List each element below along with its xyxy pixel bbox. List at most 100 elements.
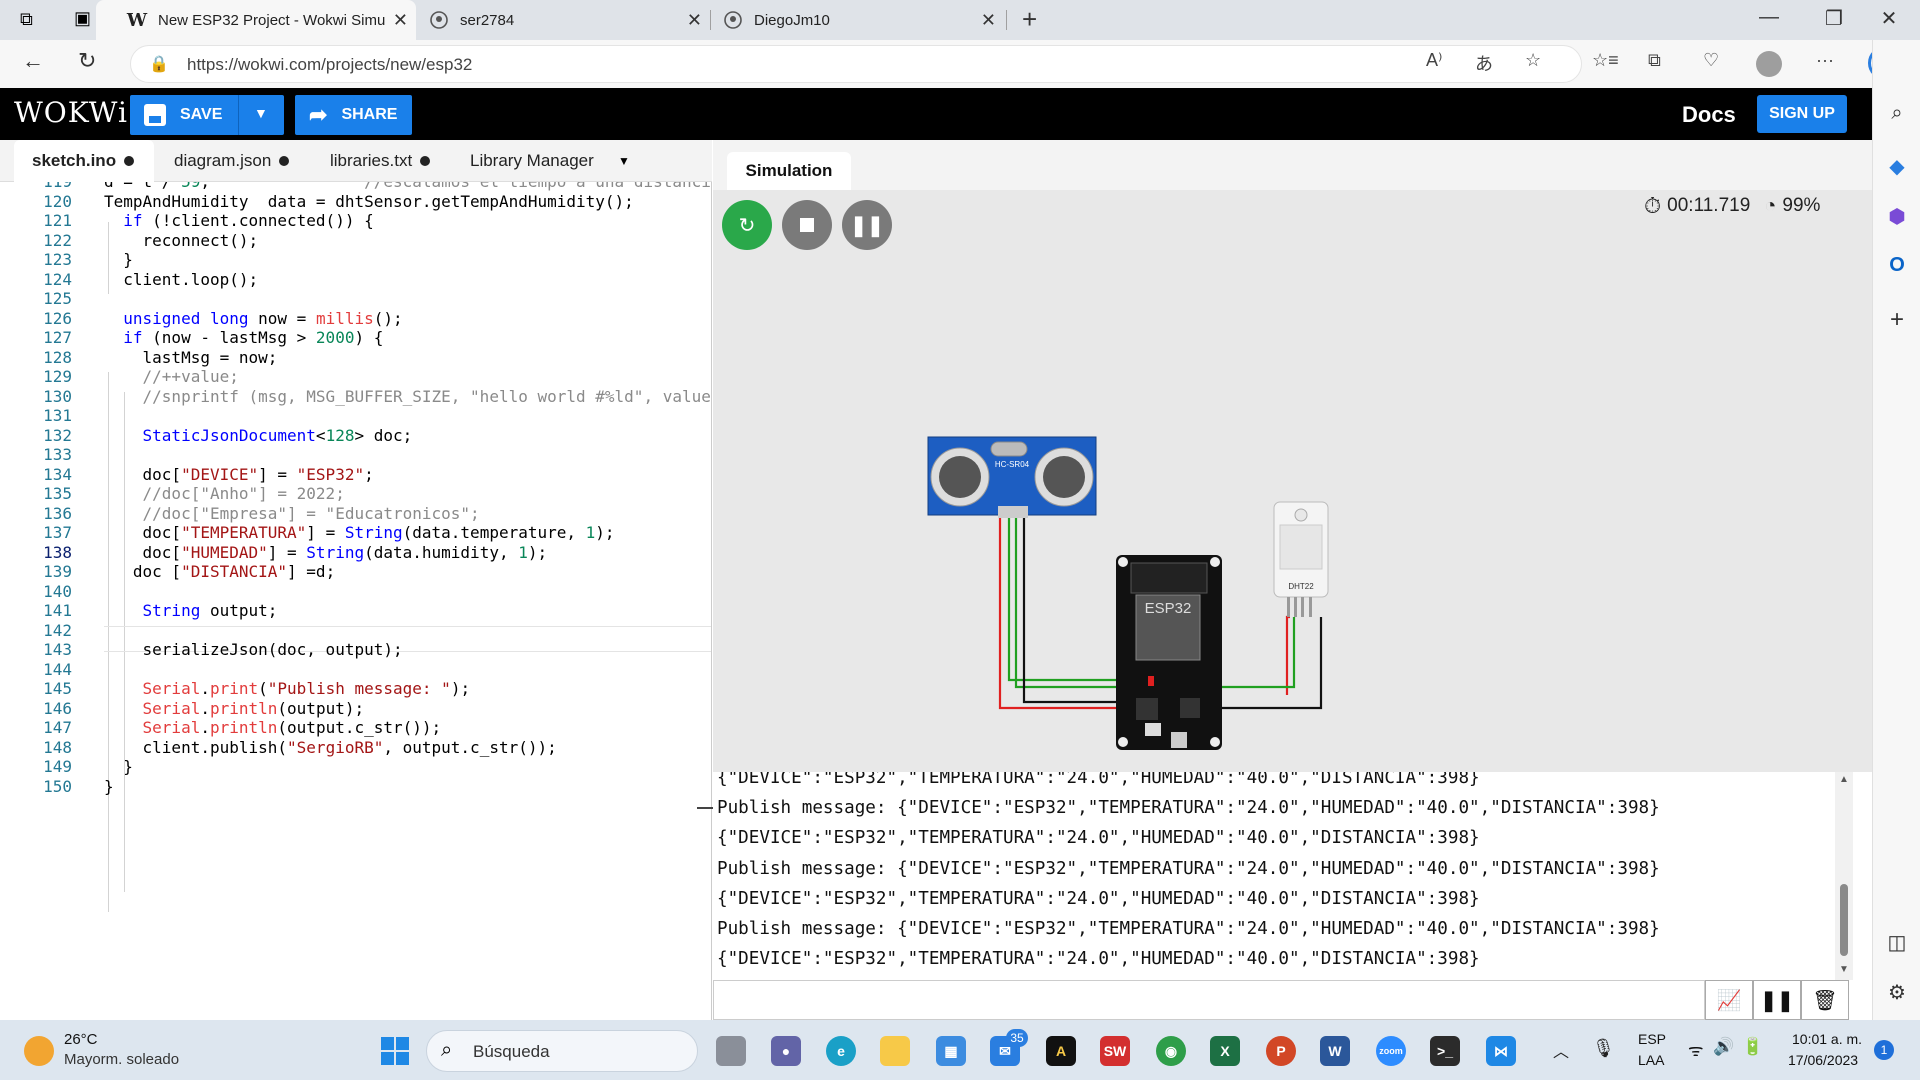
hc-sr04-sensor[interactable]: HC-SR04 bbox=[927, 436, 1097, 518]
windows-start-icon[interactable] bbox=[380, 1036, 410, 1066]
wokwi-logo[interactable]: WOKWi bbox=[14, 96, 128, 129]
tray-chevron-up-icon[interactable]: ︿ bbox=[1553, 1038, 1569, 1062]
serial-line: {"DEVICE":"ESP32","TEMPERATURA":"24.0","… bbox=[717, 772, 1480, 788]
stop-simulation-button[interactable] bbox=[782, 200, 832, 250]
clock-time[interactable]: 10:01 a. m. bbox=[1792, 1031, 1862, 1047]
refresh-icon[interactable]: ↻ bbox=[78, 48, 96, 74]
wifi-icon[interactable]: ᯤ bbox=[1688, 1038, 1704, 1061]
outlook-icon[interactable]: O bbox=[1885, 254, 1909, 278]
pause-simulation-button[interactable]: ❚❚ bbox=[842, 200, 892, 250]
browser-essentials-icon[interactable]: ♡ bbox=[1703, 50, 1719, 71]
url-text[interactable]: https://wokwi.com/projects/new/esp32 bbox=[187, 55, 472, 75]
edge-browser-icon[interactable]: e bbox=[826, 1036, 856, 1066]
gear-icon[interactable]: ⚙ bbox=[1885, 980, 1909, 1004]
language-top[interactable]: ESP bbox=[1638, 1031, 1666, 1047]
vscode-icon[interactable]: ⋈ bbox=[1486, 1036, 1516, 1066]
tab-wokwi[interactable]: W New ESP32 Project - Wokwi Simu ✕ bbox=[96, 0, 416, 40]
scroll-up-icon[interactable]: ▲ bbox=[1839, 774, 1849, 785]
serial-input-field[interactable] bbox=[713, 980, 1705, 1020]
serial-pause-button[interactable]: ❚❚ bbox=[1753, 980, 1801, 1020]
weather-temp[interactable]: 26°C bbox=[64, 1031, 98, 1048]
clock-date[interactable]: 17/06/2023 bbox=[1788, 1052, 1858, 1068]
search-label: Búsqueda bbox=[473, 1042, 550, 1061]
tab-simulation[interactable]: Simulation bbox=[727, 152, 851, 190]
microsoft-store-icon[interactable]: ▦ bbox=[936, 1036, 966, 1066]
github-icon bbox=[724, 11, 742, 29]
address-bar-row: 🔒 https://wokwi.com/projects/new/esp32 bbox=[0, 40, 1920, 88]
terminal-icon[interactable]: >_ bbox=[1430, 1036, 1460, 1066]
share-button[interactable]: ➦ SHARE bbox=[295, 95, 412, 135]
microphone-icon[interactable]: 🎙 bbox=[1592, 1038, 1615, 1059]
battery-icon[interactable]: 🔋 bbox=[1742, 1037, 1763, 1057]
scroll-thumb[interactable] bbox=[1840, 884, 1848, 956]
code-editor[interactable]: 119d = t / 59; //escalamos el tiempo a u… bbox=[0, 182, 712, 1020]
task-view-icon[interactable] bbox=[716, 1036, 746, 1066]
code-line[interactable]: 150} bbox=[0, 775, 711, 799]
code-text: } bbox=[104, 776, 114, 796]
chrome-icon[interactable]: ◉ bbox=[1156, 1036, 1186, 1066]
address-bar[interactable]: 🔒 https://wokwi.com/projects/new/esp32 bbox=[130, 45, 1582, 83]
plotter-button[interactable]: 📈 bbox=[1705, 980, 1753, 1020]
tab-actions-icon[interactable]: ▣ bbox=[74, 8, 91, 29]
powerpoint-icon[interactable]: P bbox=[1266, 1036, 1296, 1066]
sign-up-button[interactable]: SIGN UP bbox=[1757, 95, 1847, 133]
close-tab-icon[interactable]: ✕ bbox=[393, 10, 408, 31]
word-icon[interactable]: W bbox=[1320, 1036, 1350, 1066]
tab-diagram-json[interactable]: diagram.json bbox=[174, 140, 290, 182]
tab-library-manager[interactable]: Library Manager bbox=[470, 140, 594, 182]
tools-icon[interactable]: ⬢ bbox=[1885, 204, 1909, 228]
dht22-sensor[interactable]: DHT22 bbox=[1273, 501, 1329, 617]
chevron-down-icon[interactable]: ▼ bbox=[254, 105, 268, 121]
weather-sun-icon[interactable] bbox=[24, 1036, 54, 1066]
read-aloud-icon[interactable]: A⁾ bbox=[1426, 50, 1442, 71]
collections-icon[interactable]: ⧉ bbox=[1648, 50, 1661, 71]
unsaved-dot-icon bbox=[279, 156, 290, 166]
serial-monitor-output[interactable]: {"DEVICE":"ESP32","TEMPERATURA":"24.0","… bbox=[713, 772, 1845, 980]
tabs-dropdown-icon[interactable]: ▼ bbox=[618, 154, 630, 168]
back-icon[interactable]: ← bbox=[22, 48, 44, 74]
minimize-icon[interactable]: — bbox=[1754, 6, 1784, 29]
shopping-tag-icon[interactable]: ◆ bbox=[1885, 154, 1909, 178]
save-button[interactable]: SAVE ▼ bbox=[130, 95, 284, 135]
profile-avatar[interactable] bbox=[1756, 51, 1782, 77]
notification-badge[interactable]: 1 bbox=[1874, 1040, 1894, 1060]
more-options-icon[interactable]: ··· bbox=[1816, 50, 1834, 71]
solidworks-icon[interactable]: SW bbox=[1100, 1036, 1130, 1066]
new-tab-button[interactable]: + bbox=[1022, 4, 1037, 35]
autocad-icon[interactable]: A bbox=[1046, 1036, 1076, 1066]
panel-resize-handle[interactable] bbox=[697, 807, 713, 809]
esp32-board[interactable]: ESP32 bbox=[1116, 555, 1222, 750]
teams-chat-icon[interactable]: ● bbox=[771, 1036, 801, 1066]
github-icon bbox=[430, 11, 448, 29]
restart-simulation-button[interactable]: ↻ bbox=[722, 200, 772, 250]
excel-icon[interactable]: X bbox=[1210, 1036, 1240, 1066]
restore-icon[interactable]: ❐ bbox=[1819, 6, 1849, 31]
tab-diegojm10[interactable]: DiegoJm10 ✕ bbox=[712, 0, 1004, 40]
close-tab-icon[interactable]: ✕ bbox=[981, 10, 996, 31]
favorites-icon[interactable]: ☆≡ bbox=[1592, 50, 1619, 71]
search-icon[interactable]: ⌕ bbox=[1885, 102, 1909, 126]
language-bottom[interactable]: LAA bbox=[1638, 1052, 1664, 1068]
volume-icon[interactable]: 🔊 bbox=[1713, 1037, 1734, 1057]
workspaces-icon[interactable]: ⧉ bbox=[20, 9, 33, 30]
favorite-star-icon[interactable]: ☆ bbox=[1525, 50, 1541, 71]
taskbar-search-box[interactable]: ⌕ Búsqueda bbox=[426, 1030, 698, 1072]
weather-desc[interactable]: Mayorm. soleado bbox=[64, 1051, 179, 1068]
tab-title: ser2784 bbox=[460, 11, 515, 29]
lock-icon[interactable]: 🔒 bbox=[149, 54, 169, 74]
close-tab-icon[interactable]: ✕ bbox=[687, 10, 702, 31]
translate-icon[interactable]: あ bbox=[1475, 50, 1493, 76]
zoom-icon[interactable]: zoom bbox=[1376, 1036, 1406, 1066]
tab-ser2784[interactable]: ser2784 ✕ bbox=[418, 0, 710, 40]
sidebar-toggle-icon[interactable]: ◫ bbox=[1885, 930, 1909, 954]
add-app-icon[interactable]: + bbox=[1885, 306, 1909, 333]
file-explorer-icon[interactable] bbox=[880, 1036, 910, 1066]
docs-link[interactable]: Docs bbox=[1682, 102, 1736, 128]
clear-serial-button[interactable]: 🗑 bbox=[1801, 980, 1849, 1020]
serial-scrollbar[interactable]: ▲ ▼ bbox=[1835, 772, 1853, 980]
tab-sketch-ino[interactable]: sketch.ino bbox=[14, 140, 154, 182]
simulation-canvas[interactable]: HC-SR04 DHT22 ESP32 bbox=[713, 190, 1872, 772]
tab-libraries-txt[interactable]: libraries.txt bbox=[330, 140, 431, 182]
close-window-icon[interactable]: ✕ bbox=[1874, 6, 1904, 31]
scroll-down-icon[interactable]: ▼ bbox=[1839, 964, 1849, 975]
